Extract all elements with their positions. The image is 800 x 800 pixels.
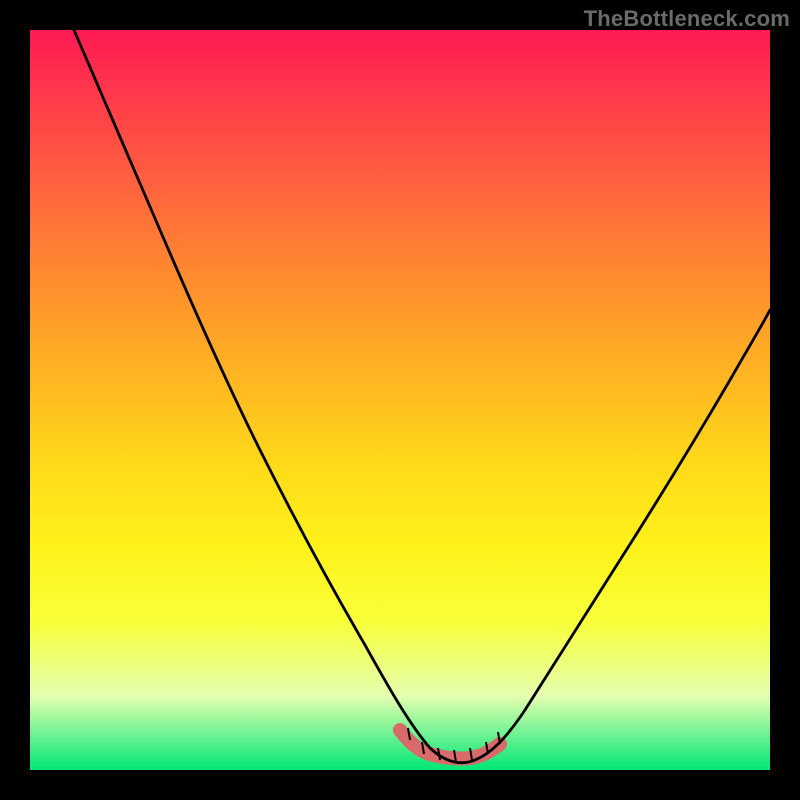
plot-area bbox=[30, 30, 770, 770]
bottleneck-curve bbox=[74, 30, 770, 763]
chart-container: TheBottleneck.com bbox=[0, 0, 800, 800]
watermark-text: TheBottleneck.com bbox=[584, 6, 790, 32]
chart-svg bbox=[30, 30, 770, 770]
